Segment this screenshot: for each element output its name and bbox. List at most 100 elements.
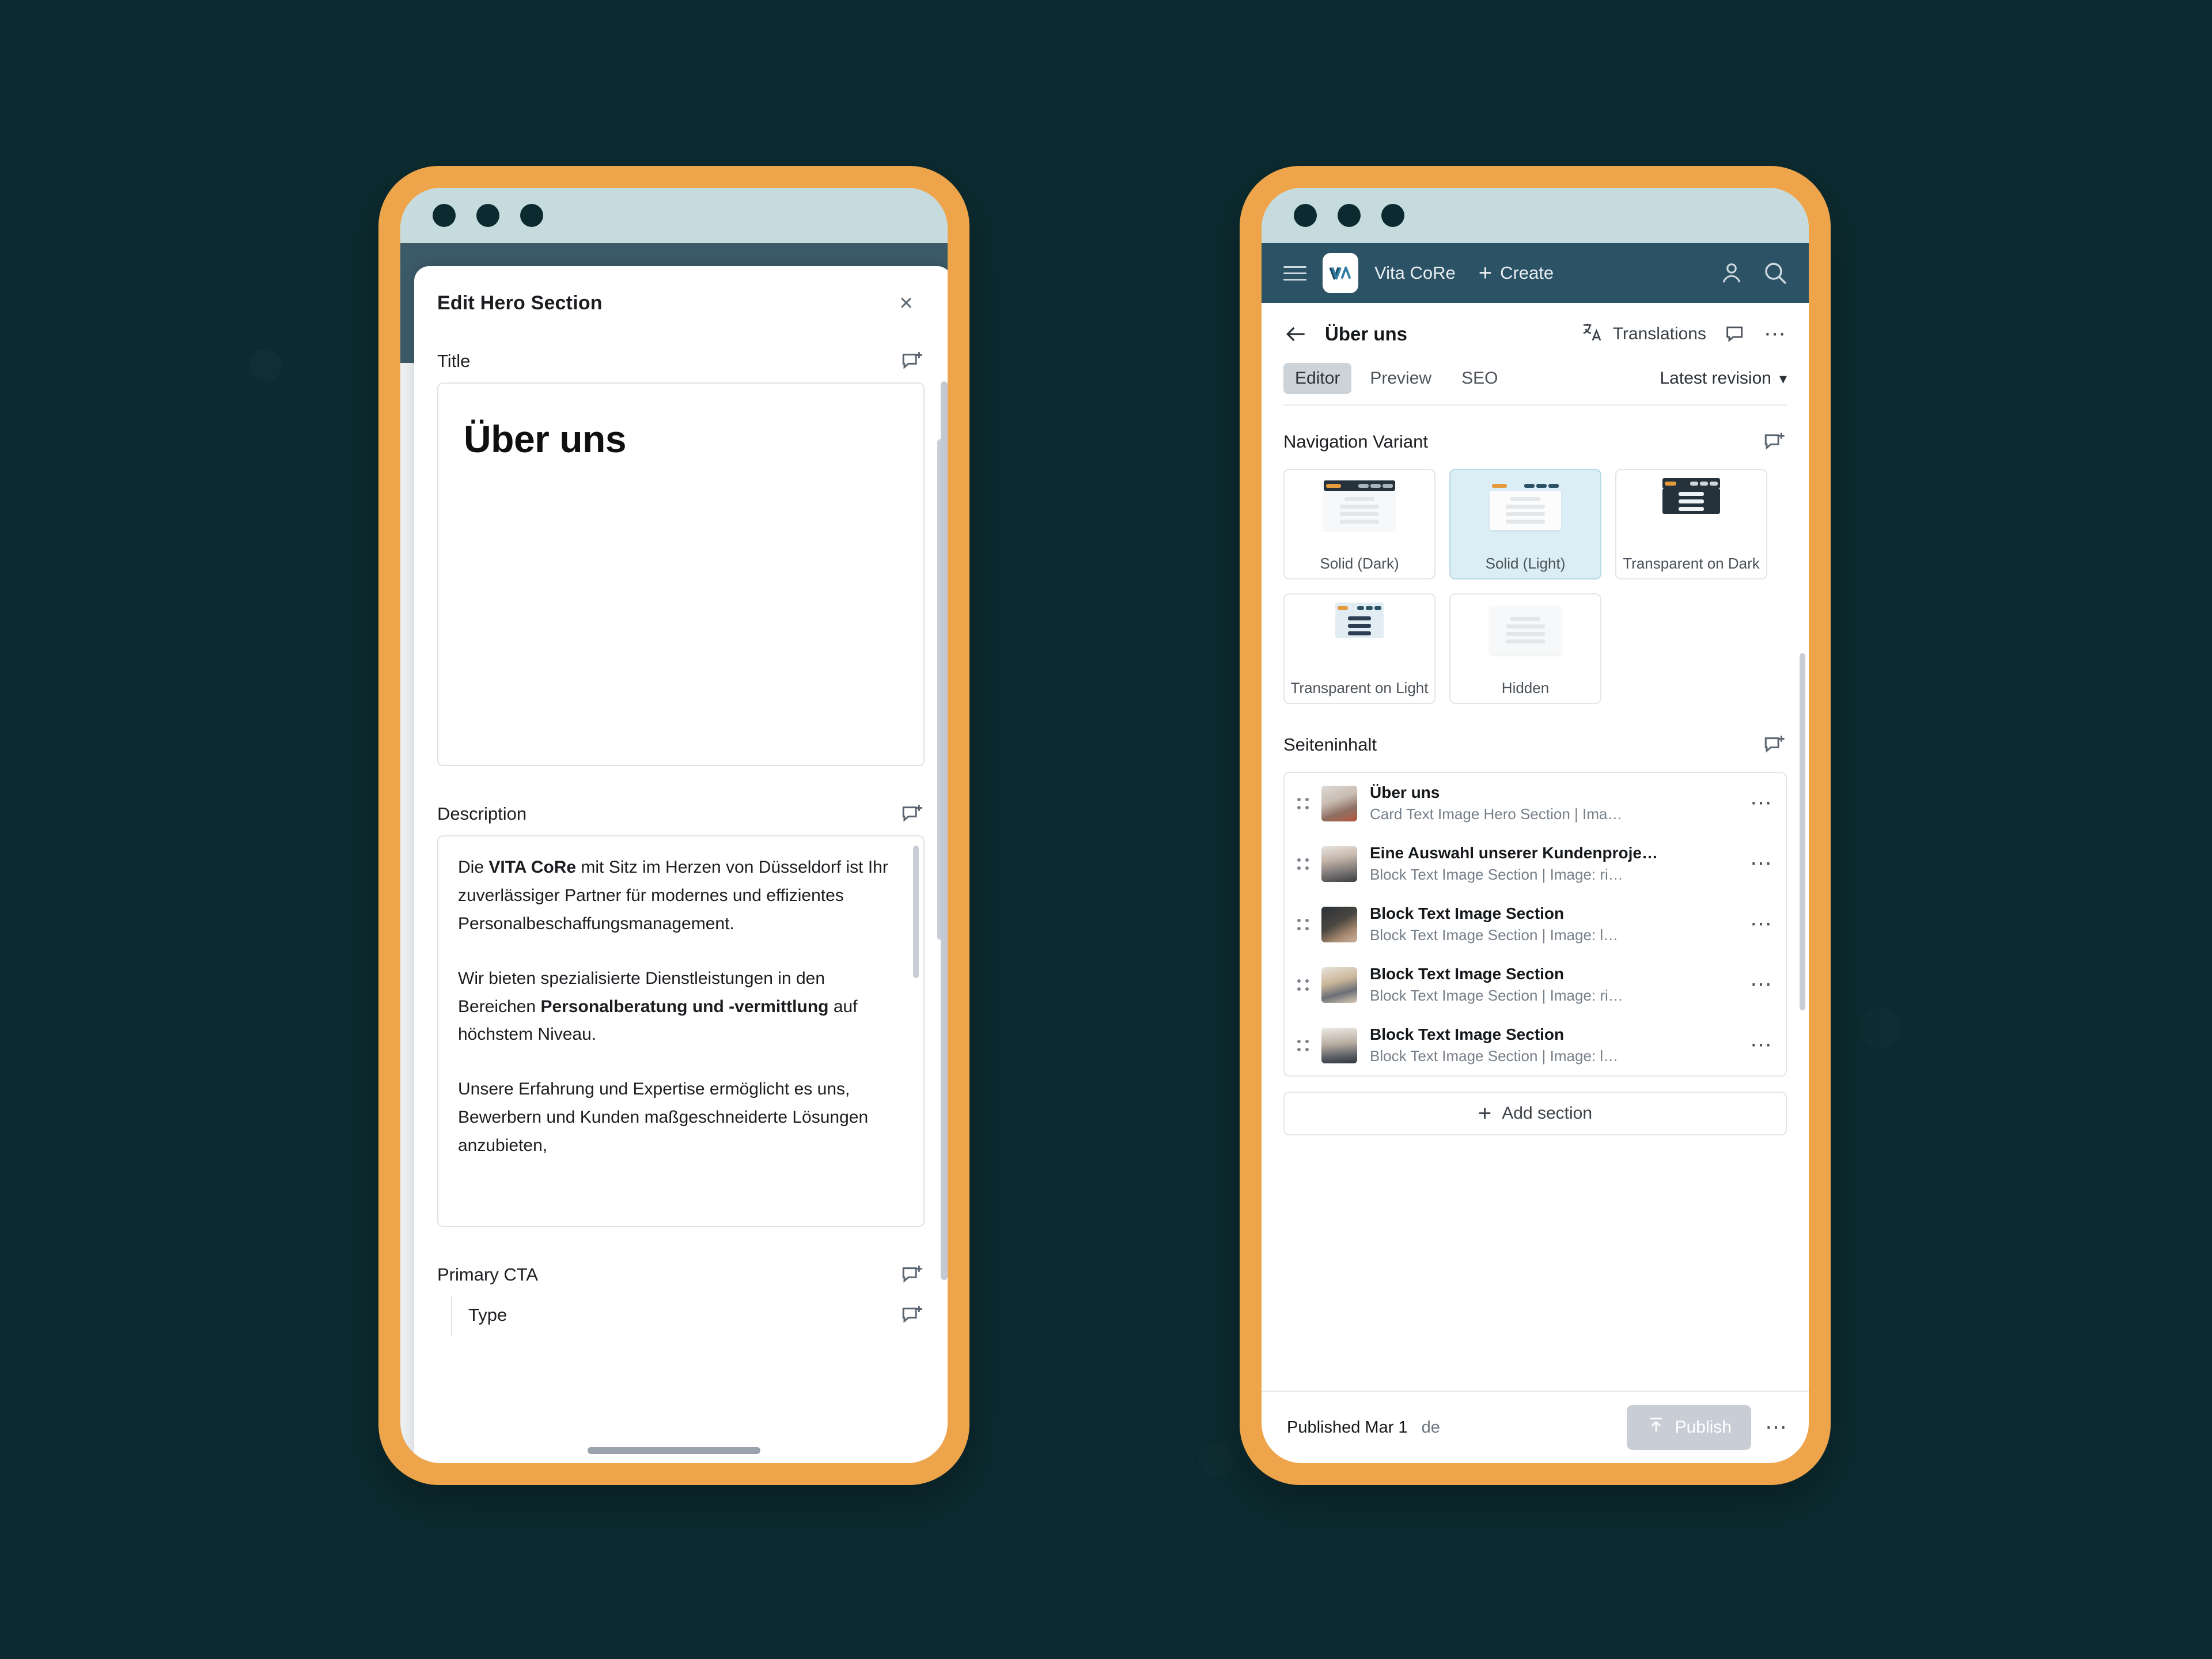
window-dot-3[interactable] <box>1381 204 1404 227</box>
variant-option-solid-dark[interactable]: Solid (Dark) <box>1283 469 1435 579</box>
row-text: Eine Auswahl unserer Kundenproje… Block … <box>1370 844 1737 884</box>
comment-add-icon[interactable] <box>900 802 925 826</box>
list-item[interactable]: Block Text Image Section Block Text Imag… <box>1285 894 1786 955</box>
drag-handle-icon[interactable] <box>1297 792 1309 815</box>
seiteninhalt-header: Seiteninhalt <box>1283 704 1787 772</box>
field-row-title: Title <box>437 334 925 382</box>
row-more-icon[interactable]: ⋯ <box>1750 853 1773 874</box>
row-more-icon[interactable]: ⋯ <box>1750 1034 1773 1056</box>
variant-thumb-transparent-dark <box>1652 478 1730 514</box>
brand-name: Vita CoRe <box>1374 263 1456 283</box>
translations-label: Translations <box>1612 324 1706 343</box>
back-arrow-icon[interactable] <box>1283 321 1309 347</box>
translations-button[interactable]: Translations <box>1581 320 1706 348</box>
primary-cta-subgroup: Type <box>451 1296 925 1336</box>
field-row-primary-cta: Primary CTA <box>437 1227 925 1296</box>
comment-icon[interactable] <box>1722 321 1748 347</box>
row-more-icon[interactable]: ⋯ <box>1750 974 1773 995</box>
description-paragraph-3: Unsere Erfahrung und Expertise ermöglich… <box>458 1080 869 1156</box>
variant-option-solid-light[interactable]: Solid (Light) <box>1449 469 1601 579</box>
variant-option-transparent-on-light[interactable]: Transparent on Light <box>1283 593 1435 704</box>
variant-option-hidden[interactable]: Hidden <box>1449 593 1601 704</box>
brand-logo-icon[interactable] <box>1323 253 1358 293</box>
plus-icon: + <box>1478 1101 1492 1126</box>
variant-thumb-hidden <box>1486 603 1565 658</box>
variant-thumb-solid-light <box>1486 478 1565 533</box>
variant-thumb-transparent-light <box>1320 603 1399 638</box>
comment-add-icon[interactable] <box>900 1303 925 1327</box>
navigation-variant-title: Navigation Variant <box>1283 431 1429 452</box>
title-input[interactable]: Über uns <box>437 382 925 766</box>
add-section-button[interactable]: + Add section <box>1283 1092 1787 1135</box>
tab-seo[interactable]: SEO <box>1450 363 1509 394</box>
close-icon[interactable]: × <box>892 289 920 317</box>
device-screen-right: Vita CoRe + Create Über uns Translations… <box>1262 188 1809 1463</box>
list-item[interactable]: Eine Auswahl unserer Kundenproje… Block … <box>1285 834 1786 894</box>
device-frame-right: Vita CoRe + Create Über uns Translations… <box>1240 166 1831 1485</box>
tab-preview[interactable]: Preview <box>1358 363 1443 394</box>
create-label: Create <box>1500 263 1554 283</box>
row-title: Block Text Image Section <box>1370 1025 1565 1043</box>
page-scrollbar[interactable] <box>941 381 948 1280</box>
row-thumbnail <box>1321 967 1357 1003</box>
edit-hero-section-modal: Edit Hero Section × Title Über uns Descr… <box>414 266 948 1463</box>
field-label-primary-cta: Primary CTA <box>437 1264 539 1285</box>
list-item[interactable]: Über uns Card Text Image Hero Section | … <box>1285 773 1786 834</box>
drag-handle-icon[interactable] <box>1297 913 1309 936</box>
window-dot-2[interactable] <box>1338 204 1361 227</box>
hamburger-icon[interactable] <box>1283 262 1306 285</box>
comment-add-icon[interactable] <box>900 1263 925 1287</box>
drag-handle-icon[interactable] <box>1297 853 1309 876</box>
subheader-top-row: Über uns Translations ⋯ <box>1283 320 1787 348</box>
row-subtitle: Card Text Image Hero Section | Ima… <box>1370 805 1623 823</box>
revision-selector[interactable]: Latest revision ▾ <box>1660 369 1787 388</box>
row-text: Block Text Image Section Block Text Imag… <box>1370 1025 1737 1065</box>
create-button[interactable]: + Create <box>1479 262 1554 285</box>
publish-language: de <box>1421 1418 1440 1437</box>
row-subtitle: Block Text Image Section | Image: l… <box>1370 926 1619 944</box>
variant-label: Transparent on Dark <box>1623 554 1760 572</box>
row-thumbnail <box>1321 1027 1357 1063</box>
page-title: Über uns <box>1325 323 1408 344</box>
modal-body: Title Über uns Description Die VITA CoRe… <box>414 334 948 1336</box>
window-dot-1[interactable] <box>433 204 456 227</box>
tab-bar: Editor Preview SEO Latest revision ▾ <box>1283 363 1787 396</box>
page-subheader: Über uns Translations ⋯ Editor Preview S… <box>1262 303 1809 406</box>
comment-add-icon[interactable] <box>900 349 925 373</box>
variant-option-transparent-on-dark[interactable]: Transparent on Dark <box>1615 469 1767 579</box>
content-scrollbar[interactable] <box>1800 653 1805 1010</box>
row-title: Block Text Image Section <box>1370 965 1565 983</box>
more-icon[interactable]: ⋯ <box>1764 323 1787 345</box>
drag-handle-icon[interactable] <box>1297 1034 1309 1057</box>
footer-more-icon[interactable]: ⋯ <box>1765 1416 1788 1438</box>
publish-button[interactable]: Publish <box>1626 1405 1751 1450</box>
row-thumbnail <box>1321 846 1357 882</box>
account-icon[interactable] <box>1718 259 1745 287</box>
comment-add-icon[interactable] <box>1763 733 1787 757</box>
search-icon[interactable] <box>1762 259 1789 287</box>
row-more-icon[interactable]: ⋯ <box>1750 913 1773 935</box>
add-section-label: Add section <box>1502 1104 1593 1123</box>
revision-label: Latest revision <box>1660 369 1771 388</box>
modal-header: Edit Hero Section × <box>414 266 948 334</box>
row-text: Block Text Image Section Block Text Imag… <box>1370 965 1737 1005</box>
tab-editor[interactable]: Editor <box>1283 363 1352 394</box>
description-input[interactable]: Die VITA CoRe mit Sitz im Herzen von Düs… <box>437 835 925 1227</box>
window-dot-1[interactable] <box>1294 204 1317 227</box>
device-screen-left: Edit Hero Section × Title Über uns Descr… <box>400 188 948 1463</box>
row-text: Über uns Card Text Image Hero Section | … <box>1370 783 1737 823</box>
row-more-icon[interactable]: ⋯ <box>1750 792 1773 814</box>
description-scrollbar[interactable] <box>913 846 919 978</box>
home-indicator <box>588 1447 760 1454</box>
drag-handle-icon[interactable] <box>1297 974 1309 997</box>
editor-content: Navigation Variant Solid (Dark) Solid (L… <box>1262 406 1809 1391</box>
modal-title: Edit Hero Section <box>437 291 603 314</box>
window-dot-3[interactable] <box>520 204 543 227</box>
variant-label: Transparent on Light <box>1290 679 1429 696</box>
variant-label: Solid (Light) <box>1485 554 1566 572</box>
list-item[interactable]: Block Text Image Section Block Text Imag… <box>1285 955 1786 1015</box>
list-item[interactable]: Block Text Image Section Block Text Imag… <box>1285 1015 1786 1075</box>
comment-add-icon[interactable] <box>1763 430 1787 454</box>
variant-thumb-solid-dark <box>1320 478 1399 533</box>
window-dot-2[interactable] <box>476 204 499 227</box>
